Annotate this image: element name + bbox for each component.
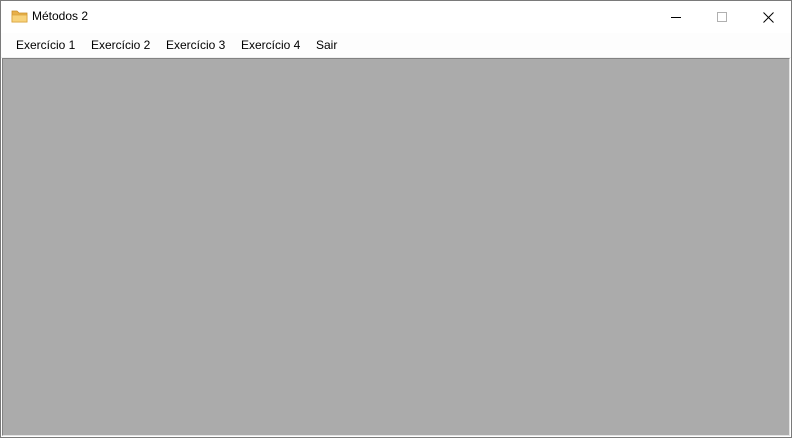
close-button[interactable] — [745, 1, 791, 33]
minimize-button[interactable] — [653, 1, 699, 33]
menu-item-sair[interactable]: Sair — [309, 33, 344, 57]
title-bar[interactable]: Métodos 2 — [1, 1, 791, 33]
menu-item-exercicio-3[interactable]: Exercício 3 — [159, 33, 232, 57]
mdi-client-area[interactable] — [2, 58, 790, 436]
minimize-icon — [671, 12, 681, 22]
window-title: Métodos 2 — [32, 9, 89, 23]
menu-bar: Exercício 1 Exercício 2 Exercício 3 Exer… — [1, 33, 791, 58]
close-icon — [762, 11, 774, 23]
menu-item-exercicio-4[interactable]: Exercício 4 — [234, 33, 307, 57]
folder-icon — [11, 8, 28, 24]
maximize-button[interactable] — [699, 1, 745, 33]
maximize-icon — [717, 12, 727, 22]
app-window: Métodos 2 Exercício 1 Exercício 2 Exercí… — [0, 0, 792, 438]
menu-item-exercicio-1[interactable]: Exercício 1 — [9, 33, 82, 57]
menu-item-exercicio-2[interactable]: Exercício 2 — [84, 33, 157, 57]
